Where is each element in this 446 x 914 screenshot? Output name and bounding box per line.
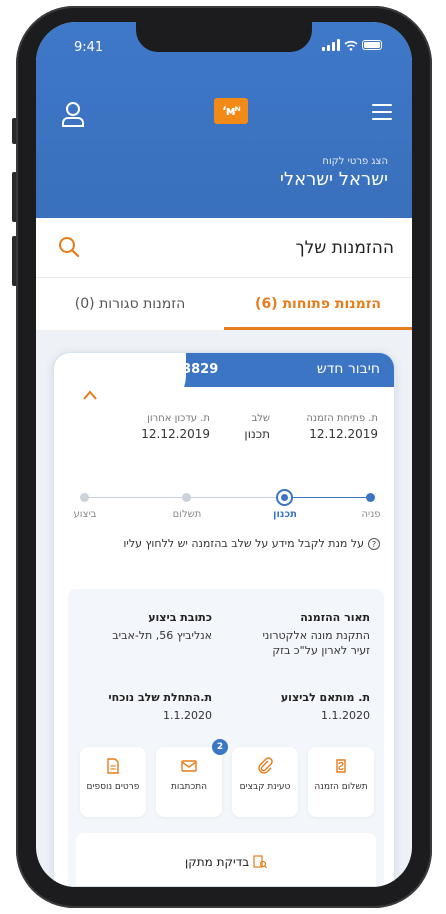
step-label-payment[interactable]: תשלום <box>162 509 212 520</box>
tab-open-orders[interactable]: הזמנות פתוחות (6) <box>224 278 412 330</box>
stage-start-value: 1.1.2020 <box>163 709 212 722</box>
signal-icon <box>322 39 340 51</box>
detail-stage-start: ת.התחלת שלב נוכחי 1.1.2020 <box>82 691 212 723</box>
hamburger-menu-icon[interactable] <box>372 104 392 120</box>
stepper-help: ? על מנת לקבל מידע על שלב בהזמנה יש ללחו… <box>123 537 380 550</box>
step-dot-execution[interactable] <box>80 493 89 502</box>
top-navbar: ʻᴍᴺ <box>36 94 412 134</box>
meta-stage: שלב תכנון <box>244 413 270 441</box>
step-label-execution[interactable]: ביצוע <box>60 509 110 520</box>
tile-more-details-label: פרטים נוספים <box>86 782 140 792</box>
attachment-icon <box>258 757 273 774</box>
help-icon: ? <box>368 537 380 550</box>
help-text: על מנת לקבל מידע על שלב בהזמנה יש ללחוץ … <box>123 537 364 550</box>
wifi-icon <box>344 40 358 51</box>
tile-payment[interactable]: תשלום הזמנה <box>308 747 374 817</box>
tile-correspondence[interactable]: 2 התכתבות <box>156 739 228 817</box>
user-profile-icon[interactable] <box>60 100 86 128</box>
payment-icon <box>336 759 346 773</box>
address-label: כתובת ביצוע <box>148 611 212 624</box>
detail-scheduled: ת. מותאם לביצוע 1.1.2020 <box>240 691 370 723</box>
scheduled-value: 1.1.2020 <box>321 709 370 722</box>
tile-payment-label: תשלום הזמנה <box>314 782 368 792</box>
tile-more-details[interactable]: פרטים נוספים <box>80 747 146 817</box>
tile-correspondence-label: התכתבות <box>170 782 208 792</box>
mail-icon <box>181 760 197 772</box>
step-dot-payment[interactable] <box>182 493 191 502</box>
address-value: אנליביץ 56, תל-אביב <box>112 629 212 642</box>
status-time: 9:41 <box>74 40 104 55</box>
page-title: ההזמנות שלך <box>295 238 395 258</box>
order-card: 663829 חיבור חדש ת. פתיחת הזמנה 12.12.20… <box>53 352 395 887</box>
meta-updated: ת. עדכון אחרון 12.12.2019 <box>141 413 210 441</box>
app-logo: ʻᴍᴺ <box>214 98 248 124</box>
orders-tabs: הזמנות פתוחות (6) הזמנות סגורות (0) <box>36 278 412 330</box>
search-icon[interactable] <box>58 236 80 258</box>
inspection-icon <box>253 855 267 869</box>
order-type: חיבור חדש <box>316 361 380 377</box>
status-icons <box>322 39 382 51</box>
tab-closed-orders[interactable]: הזמנות סגורות (0) <box>36 278 224 330</box>
step-label-planning[interactable]: תכנון <box>260 509 310 520</box>
customer-info[interactable]: הצג פרטי לקוח ישראל ישראלי <box>280 156 388 190</box>
meta-updated-value: 12.12.2019 <box>141 427 210 441</box>
inspection-content[interactable]: בדיקת מתקן <box>76 855 376 869</box>
step-label-inquiry[interactable]: פניה <box>346 509 394 520</box>
detail-description: תאור ההזמנה התקנת מונה אלקטרוני זעיר לאר… <box>240 611 370 658</box>
stepper-progress <box>286 497 370 498</box>
meta-opened: ת. פתיחת הזמנה 12.12.2019 <box>306 413 378 441</box>
meta-updated-label: ת. עדכון אחרון <box>147 413 210 424</box>
inspection-row[interactable]: בדיקת מתקן <box>76 833 376 886</box>
description-label: תאור ההזמנה <box>300 611 370 624</box>
inspection-label: בדיקת מתקן <box>184 855 250 869</box>
document-icon <box>107 758 119 774</box>
unread-badge: 2 <box>212 739 228 755</box>
meta-stage-label: שלב <box>251 413 270 424</box>
meta-opened-label: ת. פתיחת הזמנה <box>306 413 378 424</box>
step-dot-inquiry[interactable] <box>366 493 375 502</box>
customer-name: ישראל ישראלי <box>279 169 388 190</box>
order-details: תאור ההזמנה התקנת מונה אלקטרוני זעיר לאר… <box>68 589 384 886</box>
action-tiles: תשלום הזמנה טעינת קבצים 2 התכתבות פרטים … <box>78 739 374 817</box>
chevron-up-icon[interactable] <box>82 389 98 401</box>
scheduled-label: ת. מותאם לביצוע <box>280 691 370 704</box>
battery-icon <box>362 40 382 50</box>
description-value: התקנת מונה אלקטרוני זעיר לארון על"כ בזק <box>262 629 370 657</box>
detail-address: כתובת ביצוע אנליביץ 56, תל-אביב <box>82 611 212 643</box>
step-dot-planning[interactable] <box>276 489 293 506</box>
stage-start-label: ת.התחלת שלב נוכחי <box>108 691 212 704</box>
order-card-corner <box>54 353 186 413</box>
order-stepper: פניה תכנון תשלום ביצוע <box>54 487 394 527</box>
app-screen: 9:41 ʻᴍᴺ הצג פרטי לקוח ישראל ישראלי ההזמ <box>36 22 412 887</box>
orders-header: ההזמנות שלך <box>36 218 412 278</box>
tile-upload-files[interactable]: טעינת קבצים <box>232 747 298 817</box>
customer-details-link[interactable]: הצג פרטי לקוח <box>280 156 388 167</box>
phone-notch <box>136 22 312 52</box>
meta-stage-value: תכנון <box>244 427 270 441</box>
tile-upload-files-label: טעינת קבצים <box>239 782 291 792</box>
meta-opened-value: 12.12.2019 <box>309 427 378 441</box>
